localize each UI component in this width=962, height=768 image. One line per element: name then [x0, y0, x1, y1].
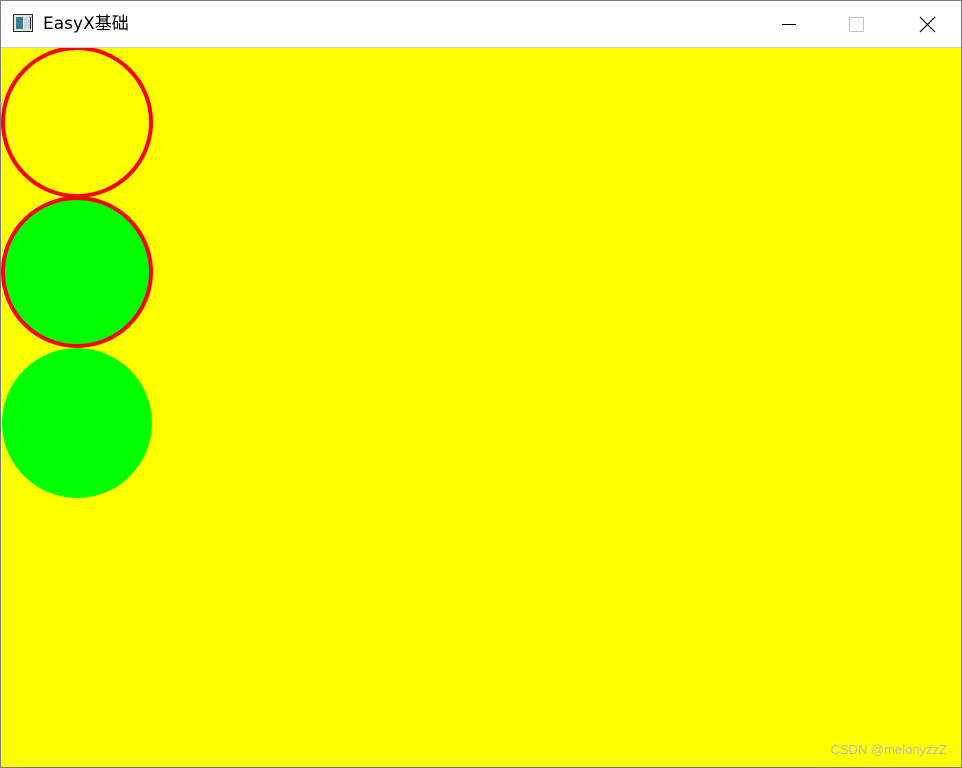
minimize-button[interactable] [765, 1, 811, 47]
maximize-icon [849, 17, 864, 32]
close-button[interactable] [903, 1, 949, 47]
app-window: EasyX基础 CSDN @melonyzzZ [0, 0, 962, 768]
icon-pane [30, 17, 31, 29]
window-title: EasyX基础 [43, 14, 129, 34]
filled-outlined-circle [1, 196, 153, 348]
close-icon [919, 16, 936, 33]
canvas-graphics [1, 48, 961, 767]
minimize-icon [782, 24, 796, 25]
watermark-text: CSDN @melonyzzZ [830, 742, 948, 757]
icon-pane [16, 17, 23, 29]
maximize-button[interactable] [833, 1, 879, 47]
title-bar[interactable]: EasyX基础 [1, 1, 961, 48]
app-window-icon[interactable] [13, 14, 33, 32]
filled-circle [2, 348, 152, 498]
drawing-canvas[interactable]: CSDN @melonyzzZ [1, 48, 961, 767]
